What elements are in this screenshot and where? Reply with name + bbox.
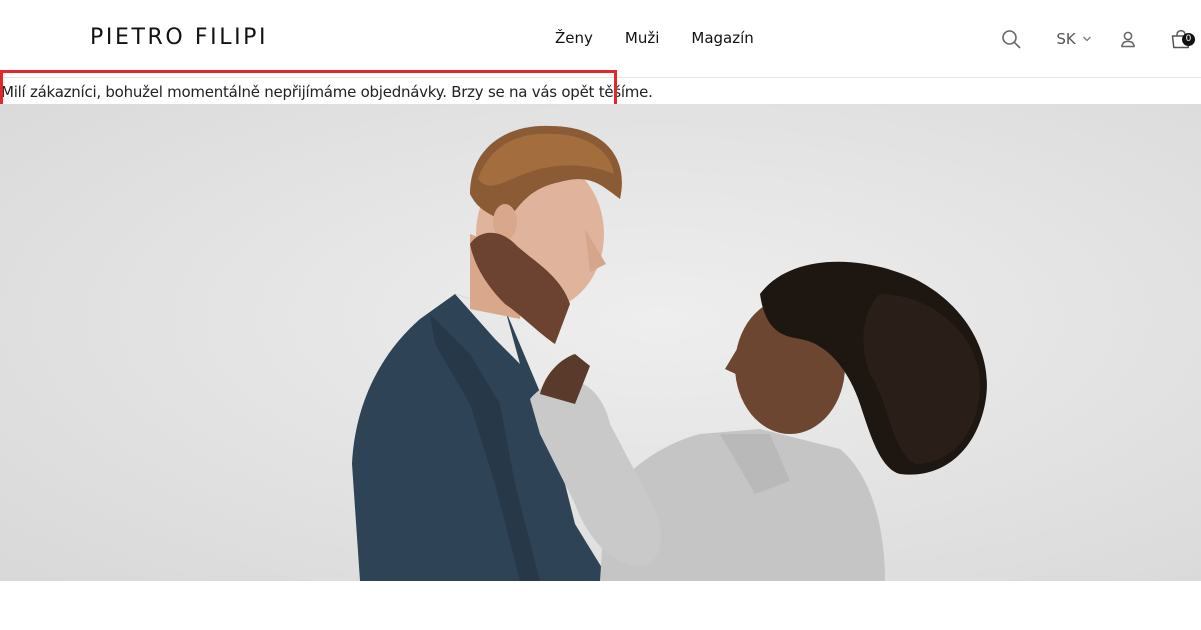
account-button[interactable] (1117, 26, 1139, 52)
language-code: SK (1056, 30, 1076, 48)
main-nav: Ženy Muži Magazín (555, 29, 754, 47)
cart-count-badge: 0 (1182, 33, 1195, 46)
search-icon (1002, 30, 1021, 49)
nav-item-magazin[interactable]: Magazín (691, 29, 753, 47)
brand-logo[interactable]: PIETRO FILIPI (90, 25, 268, 51)
nav-item-zeny[interactable]: Ženy (555, 29, 593, 47)
site-header: PIETRO FILIPI Ženy Muži Magazín SK 0 (0, 0, 1201, 78)
user-icon (1121, 31, 1135, 48)
nav-item-muzi[interactable]: Muži (625, 29, 660, 47)
hero-banner[interactable] (0, 104, 1201, 581)
language-selector[interactable]: SK (1054, 26, 1094, 52)
chevron-down-icon (1082, 36, 1091, 42)
search-button[interactable] (999, 26, 1023, 52)
hero-image (0, 104, 1201, 581)
